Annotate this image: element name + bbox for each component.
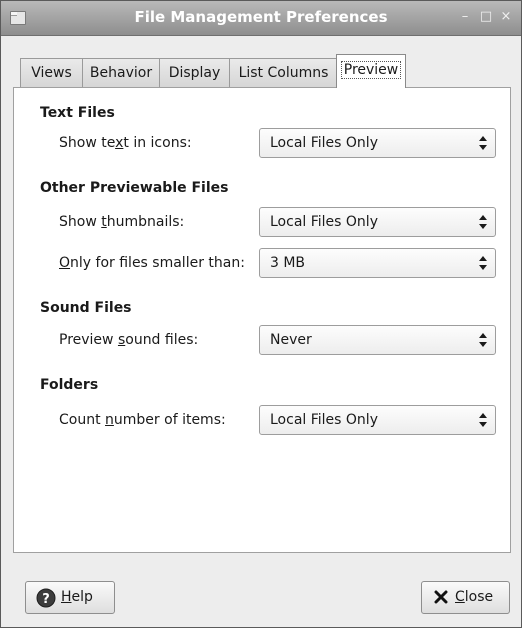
up-down-arrows-icon xyxy=(478,254,488,272)
help-icon: ? xyxy=(36,588,56,612)
preview-sound-files-label: Preview sound files: xyxy=(59,332,199,348)
svg-text:?: ? xyxy=(42,592,50,607)
section-heading-text-files: Text Files xyxy=(40,105,115,121)
show-thumbnails-label: Show thumbnails: xyxy=(59,214,185,230)
tab-preview[interactable]: Preview xyxy=(336,54,406,88)
close-button-label: Close xyxy=(455,589,494,605)
help-button-label: Help xyxy=(61,589,93,605)
tab-label: Behavior xyxy=(89,65,153,81)
up-down-arrows-icon xyxy=(478,331,488,349)
tab-views[interactable]: Views xyxy=(20,58,83,87)
file-size-limit-select[interactable]: 3 MB xyxy=(259,248,496,278)
up-down-arrows-icon xyxy=(478,134,488,152)
select-value: Never xyxy=(270,332,312,348)
close-button[interactable]: Close xyxy=(421,581,510,614)
section-heading-sound-files: Sound Files xyxy=(40,300,132,316)
tab-list-columns[interactable]: List Columns xyxy=(229,58,338,87)
select-value: Local Files Only xyxy=(270,214,378,230)
up-down-arrows-icon xyxy=(478,213,488,231)
file-size-limit-label: Only for files smaller than: xyxy=(59,255,245,271)
maximize-icon[interactable]: □ xyxy=(479,9,493,25)
minimize-icon[interactable]: – xyxy=(458,9,472,25)
show-text-in-icons-select[interactable]: Local Files Only xyxy=(259,128,496,158)
select-value: Local Files Only xyxy=(270,412,378,428)
tab-label: List Columns xyxy=(238,65,329,81)
tab-behavior[interactable]: Behavior xyxy=(82,58,160,87)
window-title: File Management Preferences xyxy=(134,8,388,26)
tab-label: Display xyxy=(168,65,221,81)
tab-label: Preview xyxy=(340,61,402,79)
show-thumbnails-select[interactable]: Local Files Only xyxy=(259,207,496,237)
tab-display[interactable]: Display xyxy=(159,58,230,87)
show-text-in-icons-label: Show text in icons: xyxy=(59,135,192,151)
up-down-arrows-icon xyxy=(478,411,488,429)
section-heading-folders: Folders xyxy=(40,377,99,393)
count-items-label: Count number of items: xyxy=(59,412,226,428)
section-heading-other-previewable-files: Other Previewable Files xyxy=(40,180,229,196)
help-button[interactable]: ? Help xyxy=(25,581,115,614)
preview-sound-files-select[interactable]: Never xyxy=(259,325,496,355)
count-items-select[interactable]: Local Files Only xyxy=(259,405,496,435)
close-window-icon[interactable]: × xyxy=(499,9,513,25)
select-value: Local Files Only xyxy=(270,135,378,151)
tab-label: Views xyxy=(31,65,72,81)
close-x-icon xyxy=(434,590,448,608)
select-value: 3 MB xyxy=(270,255,306,271)
title-bar[interactable]: File Management Preferences – □ × xyxy=(1,1,521,36)
